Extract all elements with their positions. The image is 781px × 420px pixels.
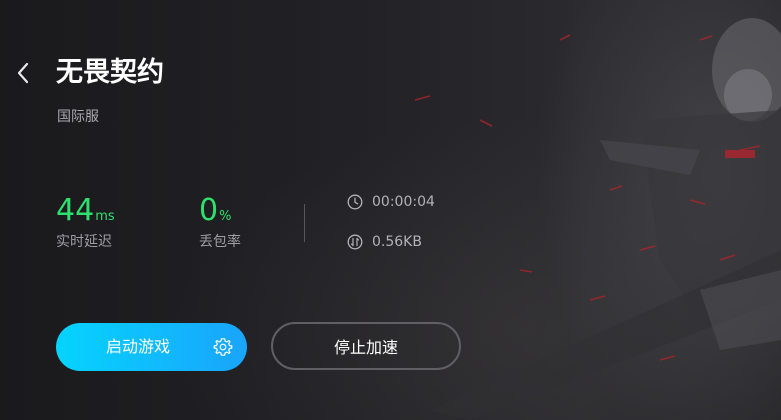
session-duration-value: 00:00:04 <box>372 194 435 210</box>
latency-label: 实时延迟 <box>56 234 112 250</box>
packet-loss-unit: % <box>219 209 232 224</box>
latency-stat: 44 ms 实时延迟 <box>56 192 115 252</box>
start-game-label: 启动游戏 <box>105 337 170 356</box>
packet-loss-stat: 0 % 丢包率 <box>199 192 241 252</box>
game-title: 无畏契约 <box>56 57 164 88</box>
back-icon[interactable] <box>12 60 34 86</box>
session-traffic-value: 0.56KB <box>372 234 422 250</box>
stop-acceleration-button[interactable]: 停止加速 <box>271 322 461 370</box>
traffic-icon <box>347 234 363 250</box>
packet-loss-value: 0 <box>199 193 219 228</box>
latency-unit: ms <box>95 209 115 224</box>
stats-divider <box>304 204 305 242</box>
clock-icon <box>347 194 363 210</box>
server-region: 国际服 <box>57 109 99 125</box>
session-duration: 00:00:04 <box>347 194 435 210</box>
packet-loss-label: 丢包率 <box>199 234 241 250</box>
gear-icon[interactable] <box>213 336 233 358</box>
session-traffic: 0.56KB <box>347 234 422 250</box>
latency-value: 44 <box>56 193 95 228</box>
